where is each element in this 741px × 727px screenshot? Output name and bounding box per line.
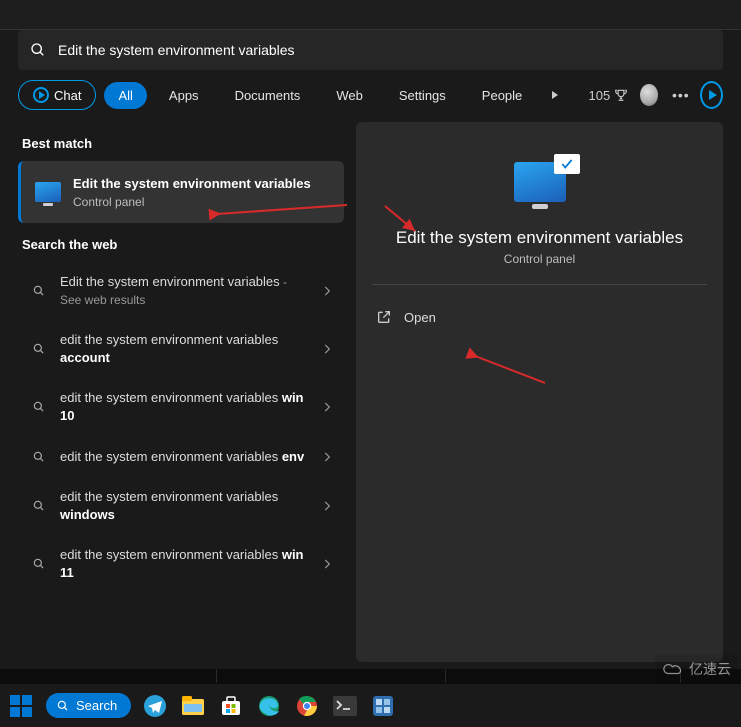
- web-result-item[interactable]: edit the system environment variables wi…: [18, 477, 344, 535]
- control-panel-icon: [35, 182, 61, 202]
- more-options-icon[interactable]: •••: [670, 81, 692, 109]
- search-icon: [32, 450, 46, 464]
- web-result-text: edit the system environment variables en…: [60, 448, 306, 466]
- content-area: Best match Edit the system environment v…: [0, 122, 741, 662]
- filter-bar: Chat All Apps Documents Web Settings Peo…: [0, 70, 741, 122]
- web-result-item[interactable]: edit the system environment variables wi…: [18, 535, 344, 593]
- filter-all[interactable]: All: [104, 82, 146, 109]
- search-icon: [32, 499, 46, 513]
- web-result-text: edit the system environment variables ac…: [60, 331, 306, 367]
- taskbar-search-label: Search: [76, 698, 117, 713]
- web-result-item[interactable]: edit the system environment variables ac…: [18, 320, 344, 378]
- details-subtitle: Control panel: [370, 252, 709, 266]
- filter-apps[interactable]: Apps: [155, 82, 213, 109]
- cloud-icon: [661, 661, 685, 677]
- rewards-points: 105: [589, 88, 611, 103]
- chevron-right-icon: [320, 557, 334, 571]
- divider: [372, 284, 707, 285]
- search-icon: [32, 400, 46, 414]
- chat-label: Chat: [54, 88, 81, 103]
- filter-people[interactable]: People: [468, 82, 536, 109]
- web-result-item[interactable]: Edit the system environment variables - …: [18, 262, 344, 320]
- details-title: Edit the system environment variables: [370, 228, 709, 248]
- taskbar-app-icon[interactable]: [369, 692, 397, 720]
- rewards-button[interactable]: 105: [589, 88, 629, 103]
- details-app-icon: [514, 162, 566, 202]
- web-results-list: Edit the system environment variables - …: [18, 262, 344, 594]
- search-icon: [30, 42, 46, 58]
- search-icon: [32, 557, 46, 571]
- background-strip: [0, 669, 741, 683]
- web-result-text: edit the system environment variables wi…: [60, 389, 306, 425]
- filter-web[interactable]: Web: [322, 82, 377, 109]
- search-input[interactable]: [58, 42, 711, 58]
- search-web-heading: Search the web: [18, 223, 344, 262]
- taskbar-search-button[interactable]: Search: [46, 693, 131, 718]
- open-external-icon: [376, 309, 392, 325]
- chevron-right-icon: [320, 284, 334, 298]
- taskbar-edge-icon[interactable]: [255, 692, 283, 720]
- open-label: Open: [404, 310, 436, 325]
- taskbar-chrome-icon[interactable]: [293, 692, 321, 720]
- watermark: 亿速云: [655, 655, 737, 683]
- taskbar: Search: [0, 683, 741, 727]
- chevron-right-icon: [320, 499, 334, 513]
- best-match-item[interactable]: Edit the system environment variables Co…: [18, 161, 344, 223]
- trophy-icon: [614, 88, 628, 102]
- search-icon: [56, 699, 70, 713]
- filter-more-icon[interactable]: [544, 81, 566, 109]
- web-result-text: Edit the system environment variables - …: [60, 273, 306, 309]
- watermark-text: 亿速云: [689, 659, 731, 679]
- user-avatar[interactable]: [640, 84, 657, 106]
- taskbar-telegram-icon[interactable]: [141, 692, 169, 720]
- best-match-subtitle: Control panel: [73, 195, 311, 209]
- taskbar-store-icon[interactable]: [217, 692, 245, 720]
- shield-check-icon: [554, 154, 580, 174]
- details-panel: Edit the system environment variables Co…: [356, 122, 723, 662]
- web-result-text: edit the system environment variables wi…: [60, 546, 306, 582]
- best-match-text: Edit the system environment variables Co…: [73, 175, 311, 209]
- chat-pill[interactable]: Chat: [18, 80, 96, 110]
- open-button[interactable]: Open: [370, 303, 709, 331]
- chevron-right-icon: [320, 400, 334, 414]
- chevron-right-icon: [320, 450, 334, 464]
- web-result-text: edit the system environment variables wi…: [60, 488, 306, 524]
- start-button[interactable]: [6, 691, 36, 721]
- search-icon: [32, 284, 46, 298]
- filter-settings[interactable]: Settings: [385, 82, 460, 109]
- taskbar-terminal-icon[interactable]: [331, 692, 359, 720]
- bing-icon[interactable]: [700, 81, 723, 109]
- search-bar[interactable]: [18, 30, 723, 70]
- window-titlebar: [0, 0, 741, 30]
- chevron-right-icon: [320, 342, 334, 356]
- best-match-title: Edit the system environment variables: [73, 175, 311, 193]
- bing-chat-icon: [33, 87, 49, 103]
- search-icon: [32, 342, 46, 356]
- taskbar-explorer-icon[interactable]: [179, 692, 207, 720]
- web-result-item[interactable]: edit the system environment variables wi…: [18, 378, 344, 436]
- filter-documents[interactable]: Documents: [221, 82, 315, 109]
- best-match-heading: Best match: [18, 122, 344, 161]
- web-result-item[interactable]: edit the system environment variables en…: [18, 437, 344, 477]
- results-panel: Best match Edit the system environment v…: [18, 122, 344, 662]
